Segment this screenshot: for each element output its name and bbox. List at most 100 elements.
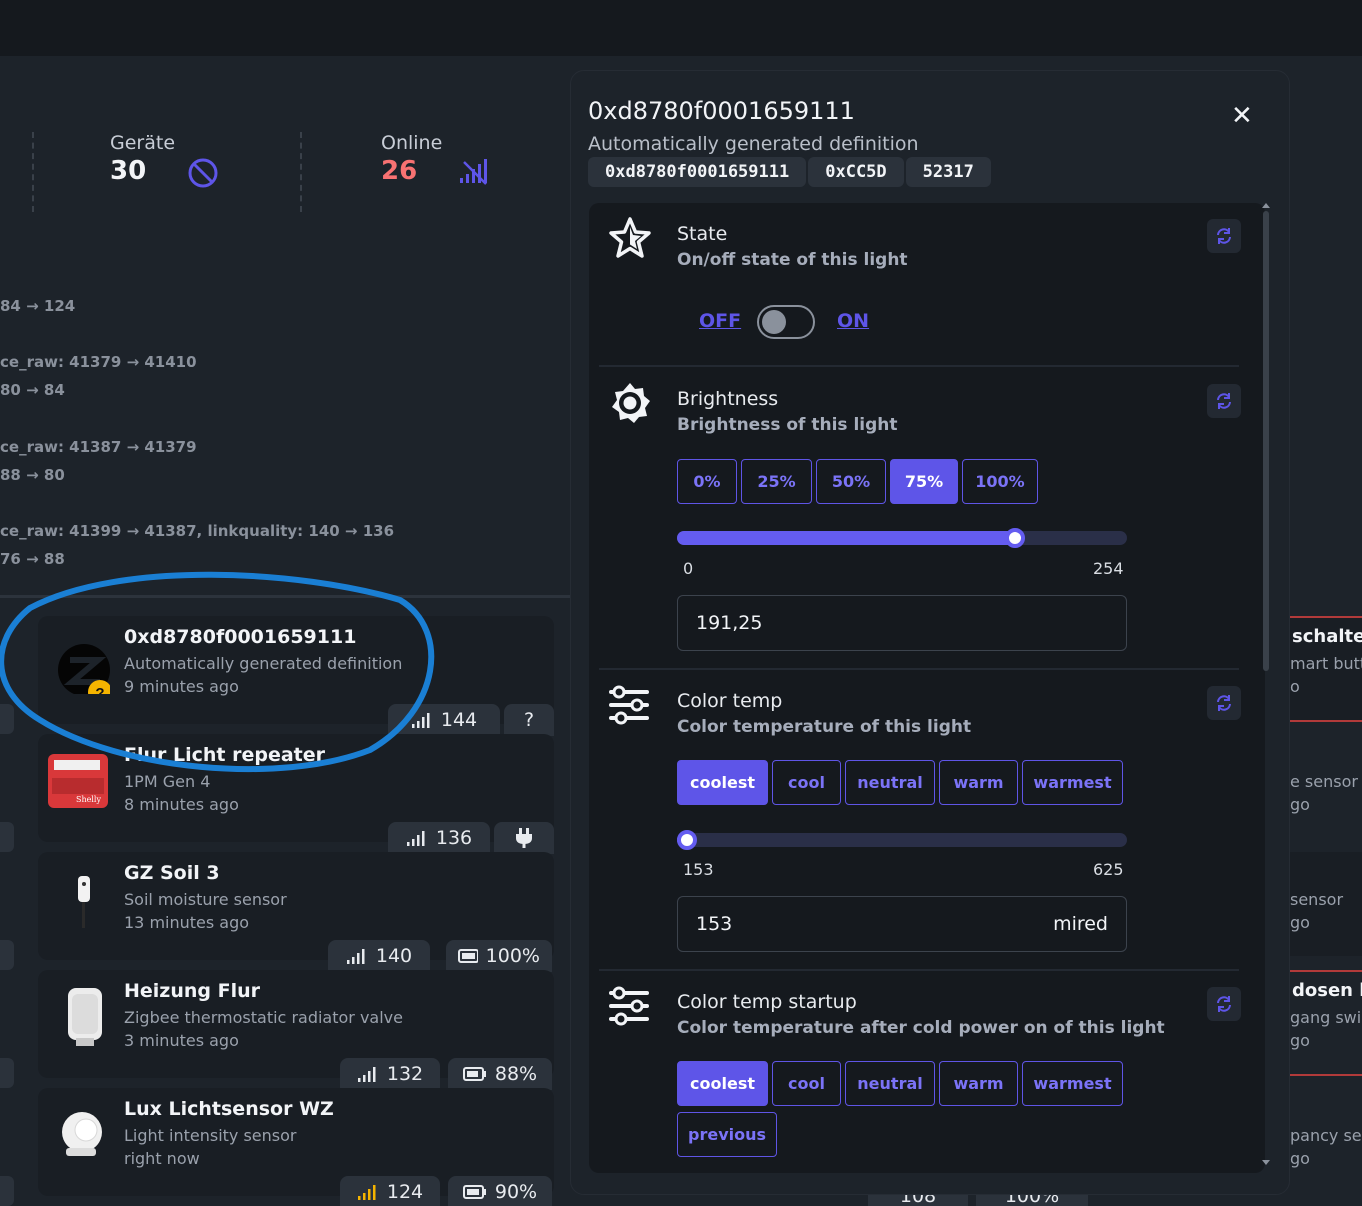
preset-button[interactable]: 25% — [741, 459, 812, 504]
refresh-icon — [1217, 393, 1231, 409]
off-button[interactable]: OFF — [699, 310, 741, 332]
feature-color-temp-startup: Color temp startup Color temperature aft… — [599, 971, 1247, 1173]
light-sensor-icon — [62, 1112, 102, 1156]
preset-button[interactable]: 75% — [890, 459, 958, 504]
lqi-value: 144 — [440, 709, 478, 731]
preset-button[interactable]: 50% — [816, 459, 886, 504]
signal-icon — [357, 1067, 376, 1082]
stat-online-label: Online — [381, 132, 443, 154]
state-toggle[interactable] — [757, 305, 815, 339]
device-id-chips: 0xd8780f0001659111 0xCC5D 52317 — [588, 157, 991, 187]
feature-description: Color temperature after cold power on of… — [677, 1018, 1165, 1038]
input-value: 153 — [696, 913, 733, 935]
device-modal: 0xd8780f0001659111 Automatically generat… — [570, 70, 1290, 1195]
lqi-badge: 136 — [388, 822, 490, 854]
log-line: ce_raw: 41399 → 41387, linkquality: 140 … — [0, 522, 395, 540]
refresh-button[interactable] — [1207, 219, 1241, 253]
stat-online: Online 26 — [381, 132, 442, 186]
preset-button[interactable]: 100% — [962, 459, 1038, 504]
device-model: Light intensity sensor — [124, 1126, 297, 1145]
log-line: ce_raw: 41387 → 41379 — [0, 438, 197, 456]
scroll-up-icon[interactable] — [1261, 201, 1271, 209]
stat-devices: Geräte 30 — [110, 132, 175, 186]
preset-button[interactable]: warm — [939, 760, 1018, 805]
slider-handle[interactable] — [677, 830, 697, 850]
feature-title: State — [677, 223, 728, 245]
partial-device-model: pancy ser — [1290, 1126, 1362, 1145]
device-card[interactable]: Heizung Flur Zigbee thermostatic radiato… — [38, 970, 554, 1090]
refresh-button[interactable] — [1207, 987, 1241, 1021]
feature-description: Color temperature of this light — [677, 717, 972, 737]
device-title[interactable]: Lux Lichtsensor WZ — [124, 1098, 334, 1120]
feature-description: On/off state of this light — [677, 250, 908, 270]
device-last-seen: 8 minutes ago — [124, 795, 239, 814]
feature-title: Color temp startup — [677, 991, 857, 1013]
partial-card-edge — [0, 1058, 14, 1088]
partial-device-model: mart butto — [1290, 654, 1362, 673]
partial-device-model: e sensor — [1290, 772, 1358, 791]
color-temp-startup-presets: coolest cool neutral warm warmest previo… — [677, 1061, 1147, 1157]
preset-button[interactable]: neutral — [845, 1061, 935, 1106]
device-title[interactable]: GZ Soil 3 — [124, 862, 220, 884]
lqi-badge: 124 — [340, 1176, 440, 1206]
close-icon[interactable]: ✕ — [1231, 101, 1253, 131]
preset-button[interactable]: coolest — [677, 760, 768, 805]
signal-icon — [346, 949, 365, 964]
log-line: ce_raw: 41379 → 41410 — [0, 353, 197, 371]
battery-value: 88% — [494, 1063, 538, 1085]
color-temp-slider[interactable] — [677, 830, 1127, 850]
lqi-badge: 132 — [340, 1058, 440, 1090]
preset-button[interactable]: 0% — [677, 459, 737, 504]
partial-device-last-seen: go — [1290, 913, 1310, 932]
partial-device-model: sensor — [1290, 890, 1344, 909]
brightness-slider[interactable] — [677, 528, 1127, 548]
modal-subtitle: Automatically generated definition — [588, 133, 919, 155]
preset-button[interactable]: coolest — [677, 1061, 768, 1106]
slider-min-label: 153 — [683, 860, 714, 879]
partial-card-edge — [0, 1176, 14, 1206]
network-address-chip: 52317 — [905, 157, 991, 187]
preset-button[interactable]: cool — [772, 1061, 841, 1106]
device-model: Zigbee thermostatic radiator valve — [124, 1008, 403, 1027]
slider-handle[interactable] — [1005, 528, 1025, 548]
brightness-input[interactable]: 191,25 — [677, 595, 1127, 651]
stat-divider — [300, 132, 302, 212]
refresh-button[interactable] — [1207, 686, 1241, 720]
toggle-knob — [762, 310, 786, 334]
slider-fill — [677, 531, 1015, 545]
lqi-value: 124 — [386, 1181, 424, 1203]
device-card[interactable]: GZ Soil 3 Soil moisture sensor 13 minute… — [38, 852, 554, 972]
battery-icon — [462, 1067, 486, 1081]
log-line: 88 → 80 — [0, 466, 65, 484]
partial-device-last-seen: o — [1290, 677, 1300, 696]
battery-badge: 90% — [448, 1176, 552, 1206]
preset-button[interactable]: warm — [939, 1061, 1018, 1106]
brightness-icon — [612, 383, 650, 423]
partial-device-title: schalter — [1292, 626, 1362, 647]
preset-button[interactable]: neutral — [845, 760, 935, 805]
stat-devices-value: 30 — [110, 156, 147, 186]
slider-max-label: 625 — [1093, 860, 1124, 879]
scrollbar[interactable] — [1263, 211, 1269, 671]
preset-button[interactable]: warmest — [1022, 760, 1123, 805]
brightness-presets: 0% 25% 50% 75% 100% — [677, 459, 1147, 504]
refresh-button[interactable] — [1207, 384, 1241, 418]
preset-button[interactable]: warmest — [1022, 1061, 1123, 1106]
preset-button[interactable]: previous — [677, 1112, 777, 1157]
preset-button[interactable]: cool — [772, 760, 841, 805]
top-bar — [0, 0, 1362, 56]
scroll-down-icon[interactable] — [1261, 1159, 1271, 1167]
sliders-icon — [609, 685, 649, 725]
on-button[interactable]: ON — [837, 310, 869, 332]
partial-device-title: dosen le — [1292, 980, 1362, 1001]
feature-title: Brightness — [677, 388, 779, 410]
feature-state: State On/off state of this light OFF ON — [599, 203, 1247, 363]
partial-device-last-seen: go — [1290, 1149, 1310, 1168]
device-card[interactable]: Lux Lichtsensor WZ Light intensity senso… — [38, 1088, 554, 1206]
color-temp-input[interactable]: 153 mired — [677, 896, 1127, 952]
device-title[interactable]: Heizung Flur — [124, 980, 260, 1002]
dashboard-panel — [0, 56, 570, 596]
plug-icon — [516, 828, 532, 848]
power-badge — [494, 822, 554, 854]
svg-text:Shelly: Shelly — [76, 795, 101, 804]
